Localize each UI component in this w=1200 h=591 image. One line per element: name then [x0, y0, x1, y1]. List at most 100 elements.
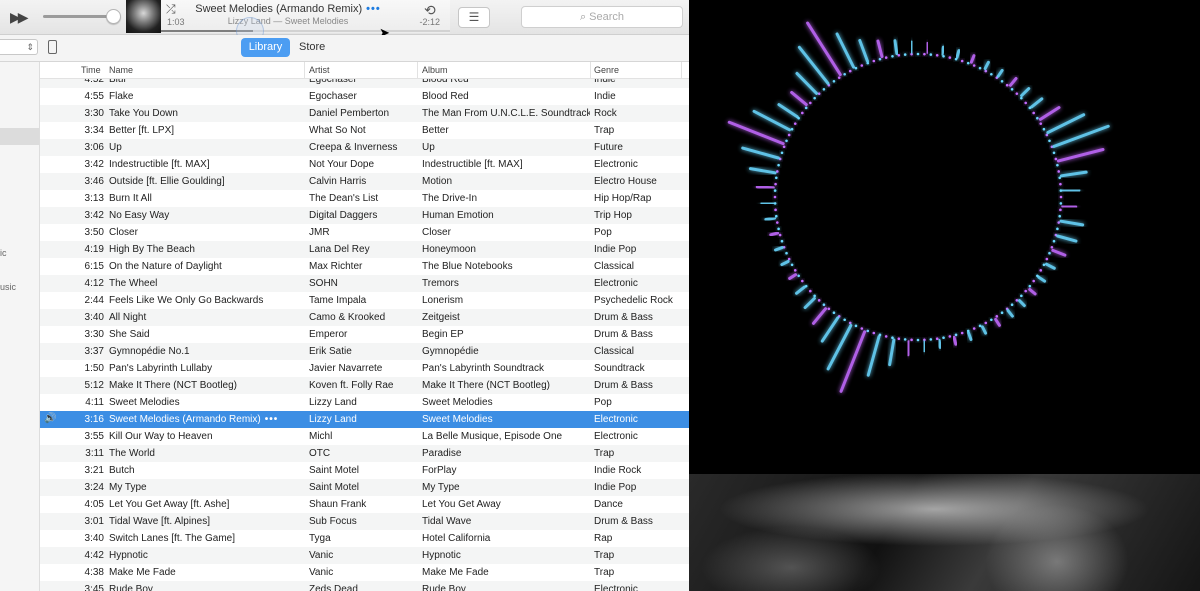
sidebar-item-selected[interactable]: [0, 128, 39, 145]
column-divider[interactable]: [681, 62, 682, 78]
cell-time: 3:37: [84, 346, 104, 357]
cell-album: Lonerism: [422, 295, 464, 306]
visualizer-dot: [966, 61, 970, 65]
table-row[interactable]: 3:42 Indestructible [ft. MAX] Not Your Dop…: [40, 156, 689, 173]
now-playing-speaker-icon: 🔊: [44, 413, 57, 424]
visualizer-dot: [773, 189, 777, 192]
table-row[interactable]: 4:19 High By The Beach Lana Del Rey Honeymo…: [40, 241, 689, 258]
table-row[interactable]: 3:06 Up Creepa & Inverness Up Future: [40, 139, 689, 156]
table-row[interactable]: 3:13 Burn It All The Dean's List The Drive-…: [40, 190, 689, 207]
visualizer-bar: [1061, 204, 1078, 209]
table-row[interactable]: 1:50 Pan's Labyrinth Lullaby Javier Navarr…: [40, 360, 689, 377]
visualizer-bar: [1059, 170, 1088, 178]
table-row[interactable]: 3:45 Rude Boy Zeds Dead Rude Boy Electronic: [40, 581, 689, 591]
visualizer-dot: [978, 66, 982, 70]
sidebar-item-label[interactable]: usic: [0, 282, 16, 292]
volume-knob[interactable]: [106, 9, 121, 24]
column-header-artist[interactable]: Artist: [309, 65, 330, 75]
cell-artist: Tame Impala: [309, 295, 367, 306]
visualizer-dot: [775, 221, 779, 224]
now-playing-more-button[interactable]: •••: [366, 3, 381, 15]
cell-time: 4:05: [84, 499, 104, 510]
search-input[interactable]: ⌕ Search: [521, 6, 683, 28]
column-header-album[interactable]: Album: [422, 65, 448, 75]
visualizer-dot: [1032, 111, 1035, 115]
table-row[interactable]: 3:46 Outside [ft. Ellie Goulding] Calvin H…: [40, 173, 689, 190]
table-row[interactable]: 3:11 The World OTC Paradise Trap: [40, 445, 689, 462]
visualizer-dot: [801, 111, 804, 115]
visualizer-dot: [954, 333, 958, 337]
table-row[interactable]: 3:40 Switch Lanes [ft. The Game] Tyga Hotel…: [40, 530, 689, 547]
visualizer-dot: [1045, 257, 1049, 261]
tab-store[interactable]: Store: [299, 38, 325, 57]
cell-name: Make Me Fade: [109, 567, 176, 578]
table-row[interactable]: 3:24 My Type Saint Motel My Type Indie Pop: [40, 479, 689, 496]
cell-album: Tidal Wave: [422, 516, 472, 527]
table-row[interactable]: 4:42 Hypnotic Vanic Hypnotic Trap: [40, 547, 689, 564]
cell-genre: Trap: [594, 567, 615, 578]
cell-name: Better [ft. LPX]: [109, 125, 175, 136]
column-header-genre[interactable]: Genre: [594, 65, 619, 75]
visualizer-bar: [788, 273, 798, 280]
visualizer-dot: [848, 69, 852, 73]
table-row[interactable]: 3:37 Gymnopédie No.1 Erik Satie Gymnopédie C…: [40, 343, 689, 360]
table-row[interactable]: 6:15 On the Nature of Daylight Max Richter…: [40, 258, 689, 275]
visualizer-bar: [797, 45, 830, 85]
cell-genre: Trap: [594, 550, 615, 561]
progress-bar[interactable]: [161, 30, 450, 32]
tab-library[interactable]: Library: [241, 38, 290, 57]
visualizer-dot: [948, 56, 952, 59]
table-row[interactable]: 3:42 No Easy Way Digital Daggers Human Emot…: [40, 207, 689, 224]
column-header-name[interactable]: Name: [109, 65, 133, 75]
table-row[interactable]: 4:12 The Wheel SOHN Tremors Electronic: [40, 275, 689, 292]
fast-forward-button[interactable]: ▶▶: [10, 9, 30, 25]
cell-name: Tidal Wave [ft. Alpines]: [109, 516, 210, 527]
visualizer-dot: [854, 66, 858, 70]
table-row[interactable]: 🔊 3:16 Sweet Melodies (Armando Remix) ••• Li…: [40, 411, 689, 428]
row-more-button[interactable]: •••: [265, 414, 279, 425]
visualizer-bar: [893, 39, 899, 56]
cell-genre: Pop: [594, 227, 612, 238]
cell-name-text: Sweet Melodies (Armando Remix): [109, 414, 261, 425]
table-row[interactable]: 4:05 Let You Get Away [ft. Ashe] Shaun Fra…: [40, 496, 689, 513]
cell-name: Pan's Labyrinth Lullaby: [109, 363, 213, 374]
visualizer-dot: [1042, 127, 1046, 131]
visualizer-dot: [832, 80, 836, 83]
cell-time: 3:46: [84, 176, 104, 187]
table-row[interactable]: 3:34 Better [ft. LPX] What So Not Better Tra…: [40, 122, 689, 139]
column-header-time[interactable]: Time: [81, 65, 101, 75]
media-source-selector[interactable]: ⇕: [0, 39, 38, 55]
table-row[interactable]: 3:21 Butch Saint Motel ForPlay Indie Rock: [40, 462, 689, 479]
visualizer-bar: [777, 103, 799, 119]
search-placeholder: Search: [589, 11, 625, 23]
sidebar-item-label[interactable]: ic: [0, 248, 7, 258]
table-row[interactable]: 5:12 Make It There (NCT Bootleg) Koven ft.…: [40, 377, 689, 394]
visualizer-bar: [888, 338, 896, 367]
table-row[interactable]: 3:30 She Said Emperor Begin EP Drum & Bass: [40, 326, 689, 343]
table-row[interactable]: 4:55 Flake Egochaser Blood Red Indie: [40, 88, 689, 105]
cell-album: Tremors: [422, 278, 459, 289]
table-row[interactable]: 3:55 Kill Our Way to Heaven Michl La Belle …: [40, 428, 689, 445]
table-row[interactable]: 3:30 Take You Down Daniel Pemberton The Man…: [40, 105, 689, 122]
table-row[interactable]: 3:01 Tidal Wave [ft. Alpines] Sub Focus Tid…: [40, 513, 689, 530]
cell-artist: Max Richter: [309, 261, 363, 272]
table-row[interactable]: 4:38 Make Me Fade Vanic Make Me Fade Trap: [40, 564, 689, 581]
up-next-list-button[interactable]: ☰: [458, 7, 490, 28]
column-divider[interactable]: [304, 62, 305, 78]
table-row[interactable]: 3:40 All Night Camo & Krooked Zeitgeist Drum…: [40, 309, 689, 326]
visualizer-dot: [1024, 101, 1027, 105]
column-divider[interactable]: [417, 62, 418, 78]
visualizer-bar: [969, 54, 976, 64]
visualizer-dot: [860, 64, 864, 67]
cell-artist: What So Not: [309, 125, 366, 136]
visualizer-dot: [1054, 157, 1058, 161]
visualizer-dot: [972, 327, 976, 330]
column-divider[interactable]: [590, 62, 591, 78]
volume-slider[interactable]: [43, 15, 113, 18]
table-row[interactable]: 3:50 Closer JMR Closer Pop: [40, 224, 689, 241]
visualizer-dot: [817, 299, 821, 302]
visualizer-dot: [809, 101, 812, 105]
device-icon[interactable]: [48, 40, 57, 54]
table-row[interactable]: 2:44 Feels Like We Only Go Backwards Tame …: [40, 292, 689, 309]
table-row[interactable]: 4:11 Sweet Melodies Lizzy Land Sweet Melodi…: [40, 394, 689, 411]
